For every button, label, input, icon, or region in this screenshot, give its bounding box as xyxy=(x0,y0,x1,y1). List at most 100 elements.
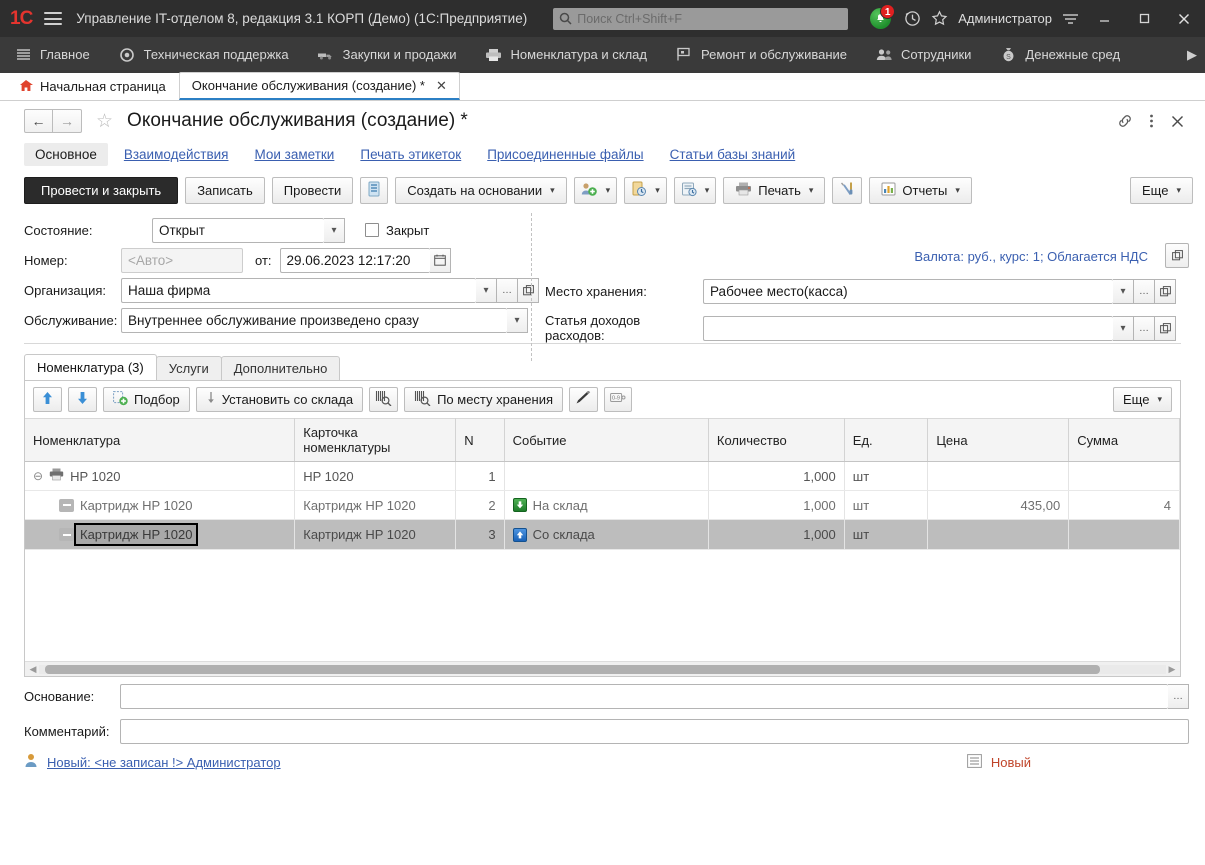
currency-note[interactable]: Валюта: руб., курс: 1; Облагается НДС xyxy=(914,249,1148,264)
column-header-price[interactable]: Цена xyxy=(928,419,1069,462)
register-history-button[interactable]: ▾ xyxy=(674,177,717,204)
current-user-label[interactable]: Администратор xyxy=(958,11,1052,26)
add-contact-button[interactable]: ▾ xyxy=(574,177,618,204)
code-entry-button[interactable]: 0-9 xyxy=(604,387,632,412)
scroll-left-arrow-icon[interactable]: ◀ xyxy=(27,664,39,675)
add-to-favorites-star-icon[interactable]: ☆ xyxy=(96,110,113,133)
tab-home-page[interactable]: Начальная страница xyxy=(6,73,179,100)
storage-place-open-button[interactable] xyxy=(1155,279,1176,304)
column-header-unit[interactable]: Ед. xyxy=(844,419,928,462)
cell-quantity[interactable]: 1,000 xyxy=(708,520,844,550)
basis-input[interactable] xyxy=(120,684,1168,709)
cell-card[interactable]: Картридж HP 1020 xyxy=(295,491,456,520)
calendar-picker-button[interactable] xyxy=(430,248,451,273)
cell-unit[interactable]: шт xyxy=(844,491,928,520)
table-row[interactable]: Картридж HP 1020 Картридж HP 1020 3 Со с… xyxy=(25,520,1180,550)
more-commands-button[interactable]: Еще ▾ xyxy=(1130,177,1193,204)
tab-additional[interactable]: Дополнительно xyxy=(221,356,341,380)
file-history-button[interactable]: ▾ xyxy=(624,177,667,204)
back-button[interactable]: ← xyxy=(24,109,53,133)
cell-price[interactable] xyxy=(928,462,1069,491)
tab-close-icon[interactable]: ✕ xyxy=(436,78,447,94)
forward-button[interactable]: → xyxy=(53,109,82,133)
table-more-button[interactable]: Еще ▾ xyxy=(1113,387,1172,412)
sidebar-item-employees[interactable]: Сотрудники xyxy=(875,46,985,64)
organization-select-button[interactable]: … xyxy=(497,278,518,303)
collapse-expander-icon[interactable]: ⊖ xyxy=(33,469,43,483)
cell-unit[interactable]: шт xyxy=(844,520,928,550)
close-icon[interactable] xyxy=(1170,114,1185,129)
number-input[interactable]: <Авто> xyxy=(121,248,243,273)
main-menu-hamburger-icon[interactable] xyxy=(44,12,62,25)
sidebar-item-support[interactable]: Техническая поддержка xyxy=(118,46,303,64)
cell-sum[interactable] xyxy=(1069,462,1180,491)
cell-price[interactable]: 435,00 xyxy=(928,491,1069,520)
organization-open-button[interactable] xyxy=(518,278,539,303)
movements-report-button[interactable] xyxy=(360,177,388,204)
print-button[interactable]: Печать ▾ xyxy=(723,177,825,204)
cell-quantity[interactable]: 1,000 xyxy=(708,462,844,491)
organization-input[interactable]: Наша фирма xyxy=(121,278,476,303)
cell-event[interactable] xyxy=(504,462,708,491)
tab-services[interactable]: Услуги xyxy=(156,356,222,380)
comment-input[interactable] xyxy=(120,719,1189,744)
nav-link-interactions[interactable]: Взаимодействия xyxy=(114,143,239,166)
cell-nomenclature[interactable]: ⊖ HP 1020 xyxy=(25,462,295,491)
cell-sum[interactable] xyxy=(1069,520,1180,550)
column-header-sum[interactable]: Сумма xyxy=(1069,419,1180,462)
nav-link-knowledge-base[interactable]: Статьи базы знаний xyxy=(660,143,806,166)
cell-event[interactable]: На склад xyxy=(504,491,708,520)
closed-checkbox[interactable] xyxy=(365,223,379,237)
cell-price[interactable] xyxy=(928,520,1069,550)
cell-unit[interactable]: шт xyxy=(844,462,928,491)
cell-text[interactable]: Картридж HP 1020 xyxy=(76,525,196,544)
nav-link-print-labels[interactable]: Печать этикеток xyxy=(350,143,471,166)
closed-checkbox-row[interactable]: Закрыт xyxy=(365,223,429,238)
storage-place-input[interactable]: Рабочее место(касса) xyxy=(703,279,1113,304)
cell-card[interactable]: HP 1020 xyxy=(295,462,456,491)
cell-nomenclature[interactable]: Картридж HP 1020 xyxy=(25,491,295,520)
create-based-on-button[interactable]: Создать на основании ▾ xyxy=(395,177,566,204)
storage-place-dropdown-button[interactable]: ▾ xyxy=(1113,279,1134,304)
column-header-n[interactable]: N xyxy=(456,419,504,462)
scrollbar-track[interactable] xyxy=(39,665,1166,674)
tab-service-completion[interactable]: Окончание обслуживания (создание) * ✕ xyxy=(179,72,460,100)
cell-n[interactable]: 3 xyxy=(456,520,504,550)
marker-button[interactable] xyxy=(569,387,598,412)
organization-dropdown-button[interactable]: ▾ xyxy=(476,278,497,303)
notifications-button[interactable]: 1 xyxy=(868,6,894,32)
table-row[interactable]: Картридж HP 1020 Картридж HP 1020 2 На с… xyxy=(25,491,1180,520)
nav-link-my-notes[interactable]: Мои заметки xyxy=(244,143,344,166)
sidebar-item-main[interactable]: Главное xyxy=(14,46,104,64)
cell-event[interactable]: Со склада xyxy=(504,520,708,550)
sections-more-arrow-icon[interactable]: ▶ xyxy=(1187,47,1205,63)
move-down-button[interactable] xyxy=(68,387,97,412)
scroll-right-arrow-icon[interactable]: ▶ xyxy=(1166,664,1178,675)
income-article-select-button[interactable]: … xyxy=(1134,316,1155,341)
column-header-card[interactable]: Карточка номенклатуры xyxy=(295,419,456,462)
tab-nomenclature[interactable]: Номенклатура (3) xyxy=(24,354,157,380)
table-row[interactable]: ⊖ HP 1020 HP 1020 1 1,000 шт xyxy=(25,462,1180,491)
basis-select-button[interactable]: … xyxy=(1168,684,1189,709)
storage-place-select-button[interactable]: … xyxy=(1134,279,1155,304)
post-and-close-button[interactable]: Провести и закрыть xyxy=(24,177,178,204)
column-header-quantity[interactable]: Количество xyxy=(708,419,844,462)
currency-open-button[interactable] xyxy=(1165,243,1189,268)
link-icon[interactable] xyxy=(1117,113,1133,129)
by-storage-place-button[interactable]: По месту хранения xyxy=(404,387,563,412)
window-close-button[interactable] xyxy=(1169,6,1199,32)
nav-link-main[interactable]: Основное xyxy=(24,143,108,166)
favorites-star-icon[interactable] xyxy=(931,10,948,27)
sidebar-item-purchases-sales[interactable]: Закупки и продажи xyxy=(317,46,471,64)
state-dropdown-button[interactable]: ▾ xyxy=(324,218,345,243)
history-clock-icon[interactable] xyxy=(904,10,921,27)
column-header-event[interactable]: Событие xyxy=(504,419,708,462)
sidebar-item-repair-service[interactable]: Ремонт и обслуживание xyxy=(675,46,861,64)
state-input[interactable]: Открыт xyxy=(152,218,324,243)
kebab-menu-icon[interactable] xyxy=(1149,113,1154,129)
column-header-nomenclature[interactable]: Номенклатура xyxy=(25,419,295,462)
service-input[interactable]: Внутреннее обслуживание произведено сраз… xyxy=(121,308,507,333)
grid-horizontal-scrollbar[interactable]: ◀ ▶ xyxy=(25,661,1180,676)
income-article-input[interactable] xyxy=(703,316,1113,341)
global-search-input[interactable]: Поиск Ctrl+Shift+F xyxy=(553,8,848,30)
